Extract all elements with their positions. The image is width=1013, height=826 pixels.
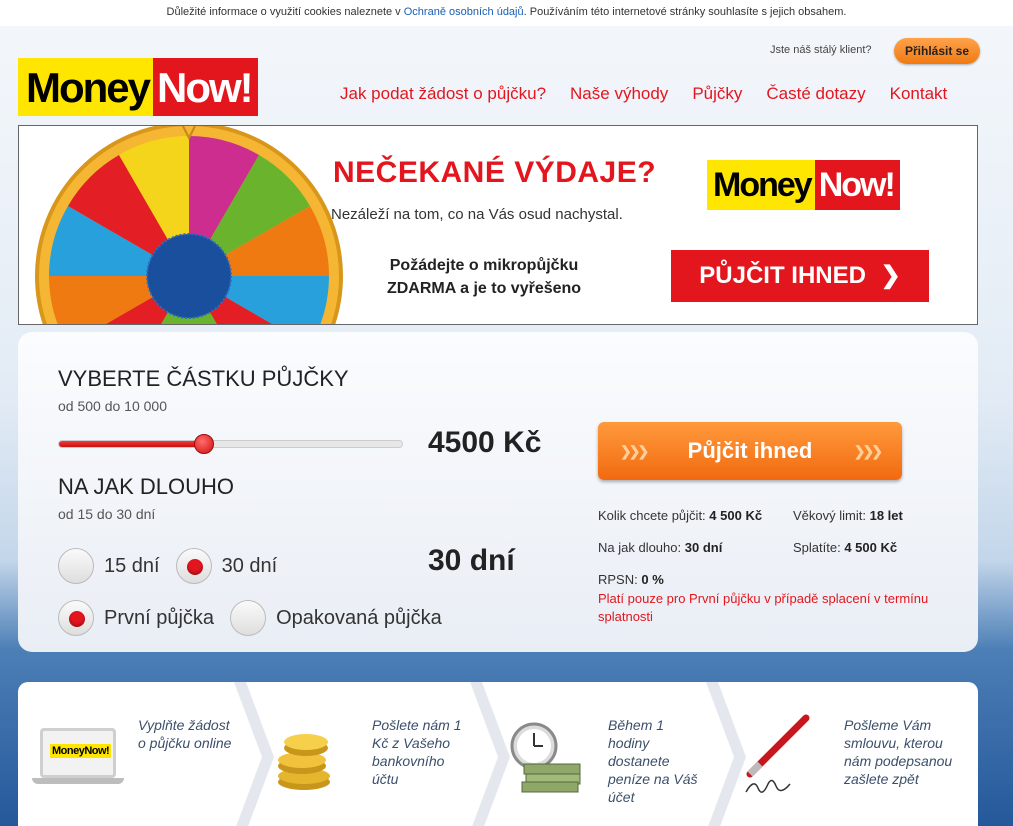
step-3: Během 1 hodiny dostanete peníze na Váš ú… xyxy=(490,682,720,826)
radio-15-days-label[interactable]: 15 dní xyxy=(104,555,160,578)
summary-note: Platí pouze pro První půjčku v případě s… xyxy=(598,591,929,624)
nav-benefits[interactable]: Naše výhody xyxy=(570,84,668,104)
amount-slider-handle[interactable] xyxy=(193,434,214,454)
summary-duration-value: 30 dní xyxy=(684,540,723,555)
step-4: Pošleme Vám smlouvu, kterou nám podepsan… xyxy=(726,682,978,826)
amount-heading: VYBERTE ČÁSTKU PŮJČKY xyxy=(58,366,349,391)
duration-heading: NA JAK DLOUHO xyxy=(58,474,235,499)
login-button[interactable]: Přihlásit se xyxy=(894,38,980,64)
amount-range: od 500 do 10 000 xyxy=(58,398,167,414)
privacy-link[interactable]: Ochraně osobních údajů xyxy=(404,6,524,18)
banner-subtitle: Nezáleží na tom, co na Vás osud nachysta… xyxy=(331,206,623,223)
summary-rpsn-value: 0 % xyxy=(641,572,664,587)
clock-money-icon xyxy=(510,722,581,793)
banner-logo-money: Money xyxy=(707,160,815,210)
step-1-text: Vyplňte žádost o půjčku online xyxy=(138,717,232,751)
duration-range: od 15 do 30 dní xyxy=(58,506,156,522)
summary-repay: Splatíte: 4 500 Kč xyxy=(793,540,897,555)
banner-loan-button-label: PŮJČIT IHNED xyxy=(699,262,866,289)
cookie-text-before: Důležité informace o využití cookies nal… xyxy=(166,6,404,18)
summary-duration-label: Na jak dlouho: xyxy=(598,540,682,555)
loan-now-button[interactable]: ❯❯❯ Půjčit ihned ❯❯❯ xyxy=(598,422,902,480)
summary-amount-value: 4 500 Kč xyxy=(709,508,763,523)
nav-loans[interactable]: Půjčky xyxy=(692,84,742,104)
banner-note: Požádejte o mikropůjčku ZDARMA a je to v… xyxy=(359,254,609,300)
radio-30-days-label[interactable]: 30 dní xyxy=(222,555,278,578)
duration-value: 30 dní xyxy=(428,544,515,577)
nav-how-to-apply[interactable]: Jak podat žádost o půjčku? xyxy=(340,84,546,104)
summary-rpsn: RPSN: 0 % xyxy=(598,572,664,587)
step-2-text: Pošlete nám 1 Kč z Vašeho bankovního účt… xyxy=(372,717,462,787)
laptop-screen-logo: MoneyNow! xyxy=(50,744,112,758)
amount-value: 4500 Kč xyxy=(428,426,542,459)
banner-note-line1: Požádejte o mikropůjčku xyxy=(389,257,579,274)
summary-age-value: 18 let xyxy=(869,508,903,523)
radio-30-days[interactable] xyxy=(175,548,212,584)
duration-options: 15 dní 30 dní xyxy=(58,548,293,584)
loan-type-options: První půjčka Opakovaná půjčka xyxy=(58,600,458,636)
logo-money: Money xyxy=(18,58,154,116)
radio-first-loan[interactable] xyxy=(58,600,94,636)
banner-loan-button[interactable]: PŮJČIT IHNED ❯ xyxy=(671,250,929,302)
nav-contact[interactable]: Kontakt xyxy=(890,84,948,104)
step-2: Pošlete nám 1 Kč z Vašeho bankovního účt… xyxy=(254,682,484,826)
step-3-text: Během 1 hodiny dostanete peníze na Váš ú… xyxy=(608,717,698,805)
login-question: Jste náš stálý klient? xyxy=(770,44,872,56)
radio-repeat-loan[interactable] xyxy=(230,600,267,636)
promo-banner[interactable]: NEČEKANÉ VÝDAJE? Nezáleží na tom, co na … xyxy=(18,125,978,325)
summary-age: Věkový limit: 18 let xyxy=(793,508,903,523)
summary-age-label: Věkový limit: xyxy=(793,508,866,523)
cookie-bar: Důležité informace o využití cookies nal… xyxy=(0,0,1013,26)
logo[interactable]: Money Now! xyxy=(18,58,258,116)
summary-duration: Na jak dlouho: 30 dní xyxy=(598,540,722,555)
summary-repay-value: 4 500 Kč xyxy=(844,540,898,555)
banner-logo-now: Now! xyxy=(814,160,900,210)
nav-faq[interactable]: Časté dotazy xyxy=(766,84,865,104)
laptop-icon: MoneyNow! xyxy=(32,728,124,786)
step-4-text: Pošleme Vám smlouvu, kterou nám podepsan… xyxy=(844,717,953,787)
step-1: MoneyNow! Vyplňte žádost o půjčku online xyxy=(18,682,248,826)
loan-calculator: VYBERTE ČÁSTKU PŮJČKY od 500 do 10 000 4… xyxy=(18,332,978,652)
summary-amount-label: Kolik chcete půjčit: xyxy=(598,508,706,523)
radio-15-days[interactable] xyxy=(58,548,94,584)
amount-slider[interactable] xyxy=(58,434,403,454)
logo-now: Now! xyxy=(153,58,258,116)
banner-logo: Money Now! xyxy=(707,160,900,210)
banner-note-line2: ZDARMA a je to vyřešeno xyxy=(386,280,582,297)
pen-signature-icon xyxy=(745,714,810,793)
amount-slider-fill xyxy=(59,441,204,447)
cookie-text-after: . Používáním této internetové stránky so… xyxy=(523,6,847,18)
process-steps: MoneyNow! Vyplňte žádost o půjčku online… xyxy=(18,682,978,826)
fortune-wheel-icon xyxy=(35,126,343,324)
coins-icon xyxy=(278,734,330,790)
chevrons-right-icon: ❯❯❯ xyxy=(853,443,883,459)
radio-first-loan-label[interactable]: První půjčka xyxy=(104,607,214,630)
radio-repeat-loan-label[interactable]: Opakovaná půjčka xyxy=(276,607,442,630)
chevron-right-icon: ❯ xyxy=(880,262,901,289)
chevrons-left-icon: ❯❯❯ xyxy=(620,443,649,459)
summary-repay-label: Splatíte: xyxy=(793,540,841,555)
summary-amount: Kolik chcete půjčit: 4 500 Kč xyxy=(598,508,762,523)
summary-rpsn-label: RPSN: xyxy=(598,572,638,587)
loan-now-button-label: Půjčit ihned xyxy=(687,438,813,463)
main-nav: Jak podat žádost o půjčku? Naše výhody P… xyxy=(340,84,947,104)
banner-title: NEČEKANÉ VÝDAJE? xyxy=(333,156,657,189)
